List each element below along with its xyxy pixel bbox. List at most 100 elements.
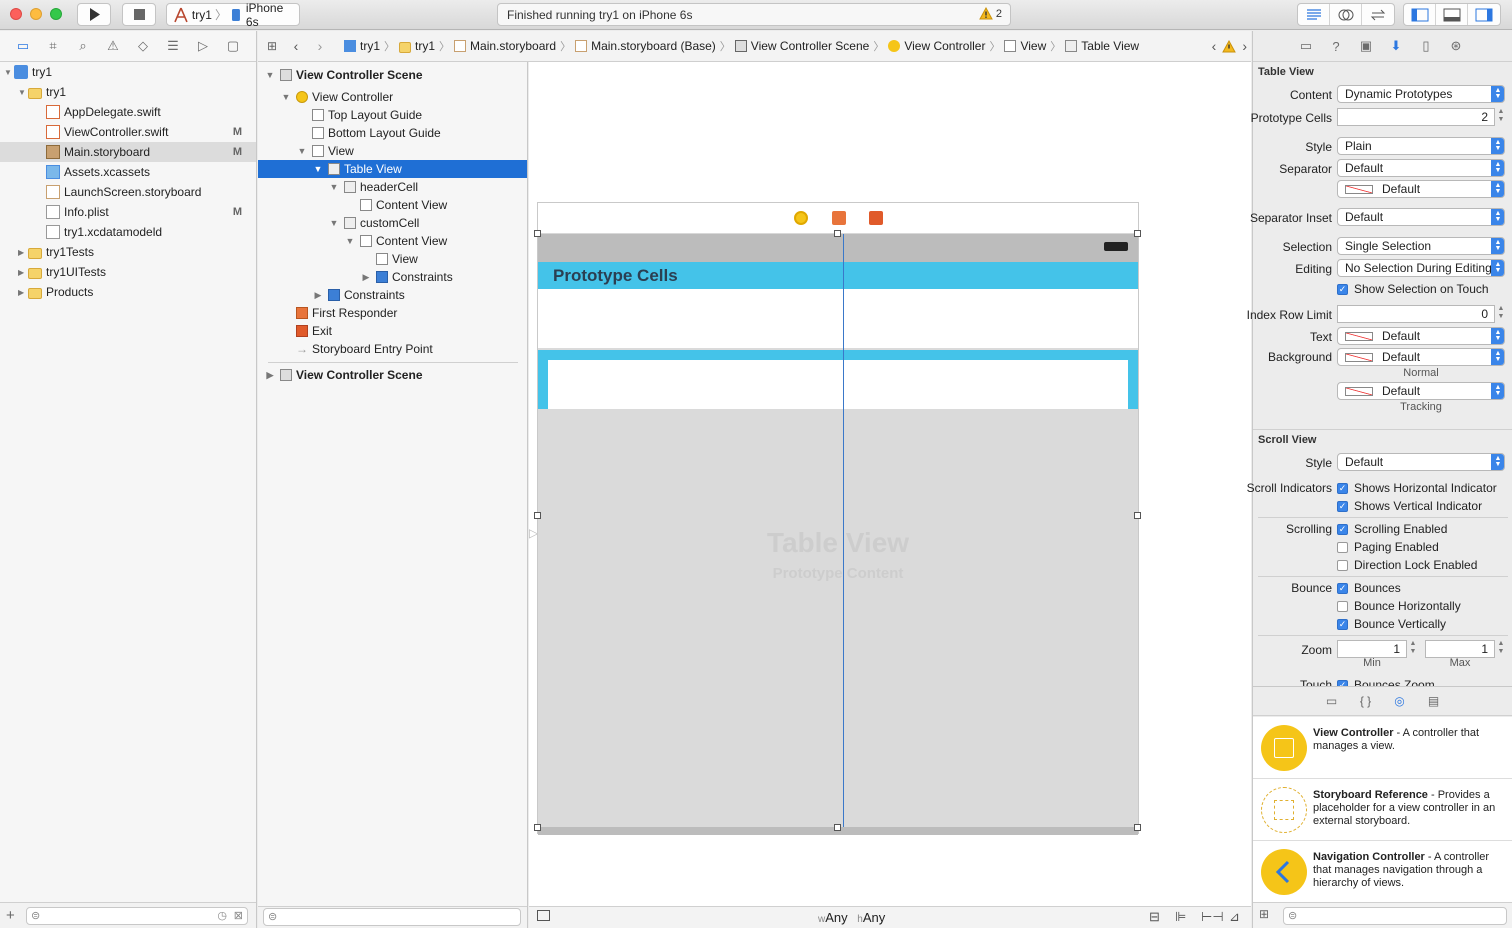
outline-item-content-view[interactable]: Content View [258,196,527,214]
outline-item-view-controller[interactable]: ▼ View Controller [258,88,527,106]
disclosure-open-icon[interactable]: ▼ [312,164,324,174]
prototype-cells-field[interactable]: 2 [1337,108,1495,126]
outline-item-top-layout-guide[interactable]: Top Layout Guide [258,106,527,124]
nav-item-file[interactable]: try1.xcdatamodeld [0,222,256,242]
navigator-filter-input[interactable]: ⊜ ◷ ⊠ [26,907,248,925]
header-cell[interactable]: Prototype Cells [538,262,1138,289]
exit-dock-icon[interactable] [869,211,883,225]
debug-navigator-icon[interactable]: ☰ [164,38,182,54]
run-button[interactable] [77,3,111,26]
outline-item-custom-cell[interactable]: ▼ customCell [258,214,527,232]
navigator-toggle-icon[interactable] [1404,4,1436,25]
disclosure-closed-icon[interactable]: ▶ [18,288,28,297]
stack-icon[interactable]: ⊟ [1149,909,1160,925]
project-navigator-icon[interactable]: ▭ [14,38,32,54]
outline-item-table-view-selected[interactable]: ▼ Table View [258,160,527,178]
table-view[interactable]: Prototype Cells Table View Prototype Con… [534,230,1141,835]
breadcrumb-project[interactable]: try1 [344,39,380,53]
warning-indicator[interactable]: 2 [979,7,1002,20]
disclosure-open-icon[interactable]: ▼ [264,70,276,80]
debug-area-toggle-icon[interactable] [1436,4,1468,25]
bounces-zoom-checkbox[interactable]: ✓ Bounces Zoom [1337,678,1435,686]
report-navigator-icon[interactable]: ▢ [224,38,242,54]
outline-item-inner-view[interactable]: View [258,250,527,268]
prototype-cells-stepper[interactable]: ▲ ▼ [1497,108,1505,126]
minimize-window-button[interactable] [30,8,42,20]
tracking-color-popup[interactable]: Default ▲ ▼ [1337,382,1505,400]
outline-item-first-responder[interactable]: First Responder [258,304,527,322]
add-icon[interactable]: + [6,907,15,924]
disclosure-open-icon[interactable]: ▼ [328,182,340,192]
issue-navigator-icon[interactable]: ⚠ [104,38,122,54]
outline-filter-input[interactable]: ⊜ [263,908,521,926]
pin-icon[interactable]: ⊢⊣ [1201,909,1224,925]
bounce-horizontally-checkbox[interactable]: Bounce Horizontally [1337,599,1461,613]
text-color-popup[interactable]: Default ▲ ▼ [1337,327,1505,345]
document-outline-toggle-icon[interactable] [537,910,550,921]
library-item-storyboard-reference[interactable]: Storyboard Reference - Provides a placeh… [1253,779,1512,841]
size-inspector-icon[interactable]: ▯ [1417,38,1435,54]
zoom-window-button[interactable] [50,8,62,20]
storyboard-canvas[interactable]: ▷ Prototype Cells Table View Prototype C… [529,62,1251,906]
resize-handle[interactable] [534,824,541,831]
object-library-icon[interactable]: ◎ [1392,694,1408,708]
breakpoint-navigator-icon[interactable]: ▷ [194,38,212,54]
disclosure-open-icon[interactable]: ▼ [328,218,340,228]
resize-handle[interactable] [1134,230,1141,237]
disclosure-open-icon[interactable]: ▼ [18,88,28,97]
nav-item-file[interactable]: Assets.xcassets [0,162,256,182]
selection-popup[interactable]: Single Selection ▲ ▼ [1337,237,1505,255]
file-inspector-icon[interactable]: ▭ [1297,38,1315,54]
grid-view-icon[interactable]: ⊞ [1259,907,1269,921]
outline-item-exit[interactable]: Exit [258,322,527,340]
shows-vertical-checkbox[interactable]: ✓ Shows Vertical Indicator [1337,499,1482,513]
disclosure-open-icon[interactable]: ▼ [344,236,356,246]
file-template-library-icon[interactable]: ▭ [1324,694,1340,708]
stop-button[interactable] [122,3,156,26]
bounce-vertically-checkbox[interactable]: ✓ Bounce Vertically [1337,617,1446,631]
align-icon[interactable]: ⊫ [1175,909,1186,925]
disclosure-closed-icon[interactable]: ▶ [264,370,276,381]
disclosure-closed-icon[interactable]: ▶ [312,290,324,301]
scm-filter-icon[interactable]: ⊠ [234,909,243,922]
header-cell-content[interactable] [538,289,1138,348]
zoom-min-stepper[interactable]: ▲ ▼ [1409,640,1417,658]
outline-item-scene[interactable]: ▶ View Controller Scene [258,366,527,384]
breadcrumb-file[interactable]: Main.storyboard [454,39,556,53]
content-popup[interactable]: Dynamic Prototypes ▲ ▼ [1337,85,1505,103]
nav-item-file-selected[interactable]: Main.storyboard M [0,142,256,162]
separator-color-popup[interactable]: Default ▲ ▼ [1337,180,1505,198]
nav-item-group[interactable]: ▶ try1Tests [0,242,256,262]
paging-enabled-checkbox[interactable]: Paging Enabled [1337,540,1439,554]
scroll-style-popup[interactable]: Default ▲ ▼ [1337,453,1505,471]
scrolling-enabled-checkbox[interactable]: ✓ Scrolling Enabled [1337,522,1447,536]
style-popup[interactable]: Plain ▲ ▼ [1337,137,1505,155]
outline-item-content-view[interactable]: ▼ Content View [258,232,527,250]
warning-icon[interactable] [1222,39,1237,53]
view-controller-scene[interactable]: Prototype Cells Table View Prototype Con… [534,202,1141,835]
media-library-icon[interactable]: ▤ [1426,694,1442,708]
breadcrumb-localization[interactable]: Main.storyboard (Base) [575,39,716,53]
zoom-max-stepper[interactable]: ▲ ▼ [1497,640,1505,658]
disclosure-closed-icon[interactable]: ▶ [18,268,28,277]
breadcrumb-view-controller[interactable]: View Controller [888,39,985,53]
outline-item-constraints[interactable]: ▶ Constraints [258,286,527,304]
resize-handle[interactable] [1134,824,1141,831]
standard-editor-icon[interactable] [1298,4,1330,25]
code-snippet-library-icon[interactable]: { } [1358,694,1374,708]
nav-item-group[interactable]: ▼ try1 [0,82,256,102]
forward-arrow-icon[interactable]: › [308,38,332,54]
background-color-popup[interactable]: Default ▲ ▼ [1337,348,1505,366]
close-window-button[interactable] [10,8,22,20]
custom-cell-view[interactable] [548,360,1128,409]
custom-cell[interactable] [538,350,1138,409]
nav-item-group[interactable]: ▶ try1UITests [0,262,256,282]
nav-item-file[interactable]: AppDelegate.swift [0,102,256,122]
breadcrumb-scene[interactable]: View Controller Scene [734,39,869,53]
disclosure-open-icon[interactable]: ▼ [4,68,14,77]
resize-handle[interactable] [534,230,541,237]
breadcrumb-table-view[interactable]: Table View [1065,39,1139,53]
nav-item-file[interactable]: Info.plist M [0,202,256,222]
bounces-checkbox[interactable]: ✓ Bounces [1337,581,1401,595]
resize-handle[interactable] [534,512,541,519]
